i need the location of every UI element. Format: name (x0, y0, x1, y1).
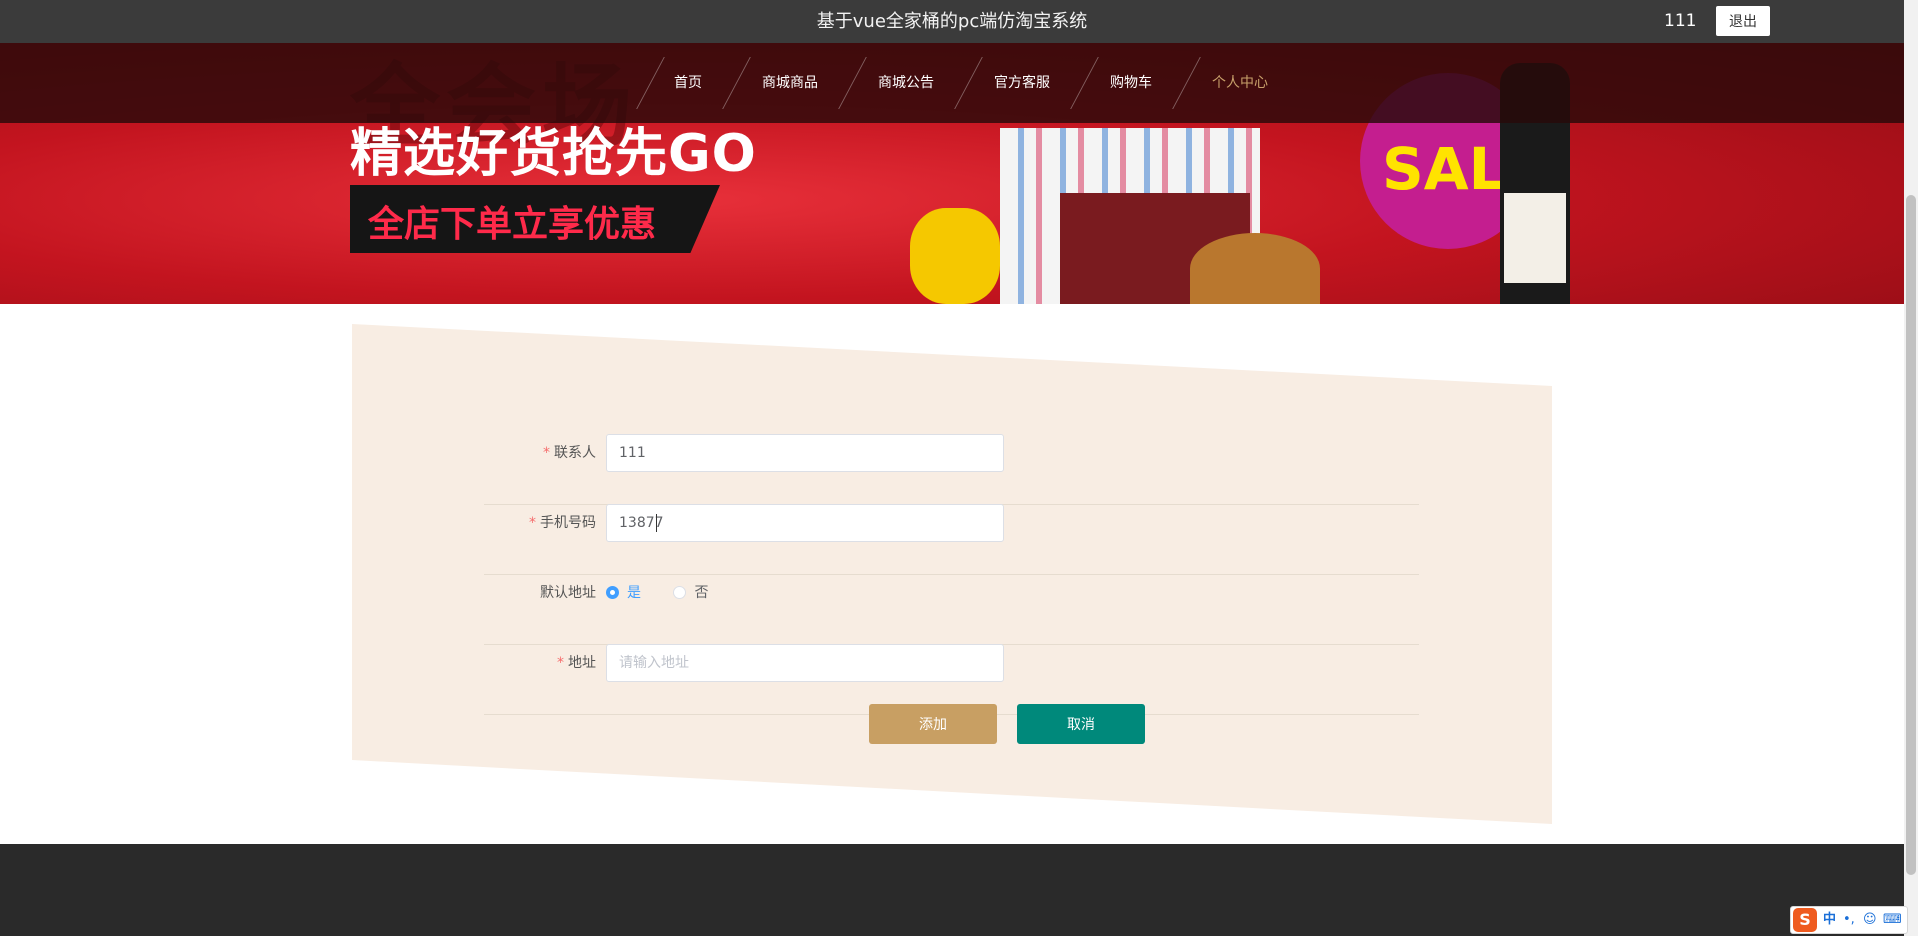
basket-image (1190, 233, 1320, 304)
radio-checked-icon (606, 586, 619, 599)
phone-label: * 手机号码 (529, 515, 596, 531)
nav-item-announcements[interactable]: 商城公告 (878, 43, 934, 123)
wine-label-image (1504, 193, 1566, 283)
ime-mode-toggle[interactable]: 中 (1823, 907, 1836, 933)
text-cursor-icon (656, 514, 657, 532)
contact-input[interactable] (606, 434, 1004, 472)
sogou-logo-icon: S (1793, 908, 1817, 932)
radio-unchecked-icon (673, 586, 687, 599)
top-bar: 基于vue全家桶的pc端仿淘宝系统 111 退出 (0, 0, 1904, 43)
nav-item-home[interactable]: 首页 (674, 43, 702, 123)
nav-item-customer-service[interactable]: 官方客服 (994, 43, 1050, 123)
address-label: * 地址 (557, 655, 596, 671)
form-row-contact: * 联系人 (484, 434, 1419, 505)
ime-punctuation-icon[interactable]: •, (1843, 907, 1855, 933)
form-row-phone: * 手机号码 (484, 504, 1419, 575)
required-mark: * (557, 655, 564, 671)
required-mark: * (543, 445, 550, 461)
default-address-yes-radio[interactable]: 是 (606, 574, 641, 612)
page-footer (0, 844, 1904, 936)
nav-item-products[interactable]: 商城商品 (762, 43, 818, 123)
nav-separator (722, 57, 751, 109)
vertical-scrollbar[interactable] (1904, 0, 1918, 936)
nav-item-cart[interactable]: 购物车 (1110, 43, 1152, 123)
ime-toolbar[interactable]: S 中 •, ☺ ⌨ (1790, 906, 1908, 934)
nav-separator (838, 57, 867, 109)
default-address-radio-group: 是 否 (606, 574, 736, 612)
site-title: 基于vue全家桶的pc端仿淘宝系统 (816, 11, 1088, 32)
ime-emoji-icon[interactable]: ☺ (1863, 907, 1877, 933)
address-input[interactable] (606, 644, 1004, 682)
default-address-no-radio[interactable]: 否 (673, 574, 708, 612)
username: 111 (1664, 11, 1697, 31)
nav-item-profile[interactable]: 个人中心 (1212, 43, 1268, 123)
phone-input[interactable] (606, 504, 1004, 542)
cancel-button[interactable]: 取消 (1017, 704, 1145, 744)
main-nav: 首页 商城商品 商城公告 官方客服 购物车 个人中心 (0, 43, 1904, 123)
nav-separator (636, 57, 665, 109)
nav-separator (954, 57, 983, 109)
banner-subline-box: 全店下单立享优惠 (350, 185, 720, 253)
logout-button[interactable]: 退出 (1716, 6, 1770, 36)
default-address-label: 默认地址 (540, 585, 596, 601)
contact-label: * 联系人 (543, 445, 596, 461)
banner-subline: 全店下单立享优惠 (368, 204, 657, 245)
ime-keyboard-icon[interactable]: ⌨ (1883, 907, 1902, 933)
required-mark: * (529, 515, 536, 531)
form-row-default-address: 默认地址 是 否 (484, 574, 1419, 645)
scrollbar-thumb[interactable] (1906, 195, 1916, 875)
tape-roll-image (910, 208, 1000, 304)
nav-separator (1172, 57, 1201, 109)
nav-separator (1070, 57, 1099, 109)
add-button[interactable]: 添加 (869, 704, 997, 744)
